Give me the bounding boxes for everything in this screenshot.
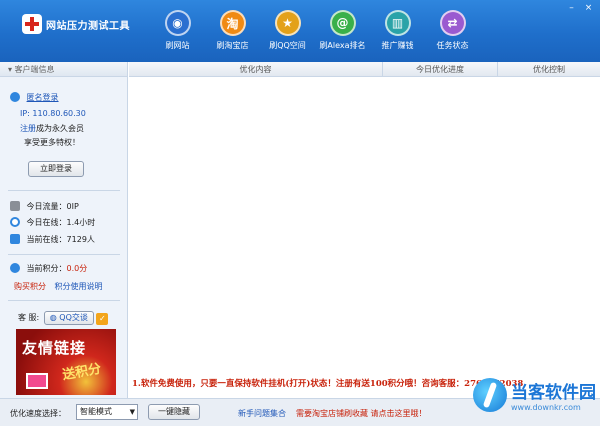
login-now-button[interactable]: 立即登录 [28,161,84,177]
toolbar-item-5[interactable]: ⇄ 任务状态 [425,6,480,51]
logo-cross-icon [22,14,42,34]
toolbar-item-label: 刷网站 [165,41,190,50]
app-title: 网站压力测试工具 [46,20,130,32]
column-content: 优化内容 [239,65,272,74]
minimize-button[interactable]: – [566,3,577,13]
speed-select[interactable]: 智能模式 ▼ [76,404,138,420]
swap-icon: ⇄ [439,10,466,36]
service-label: 客 服: [18,313,40,322]
toolbar-item-label: 任务状态 [436,41,469,50]
info-icon [10,263,20,273]
points-label: 当前积分： [26,264,67,273]
window-controls: – × [566,3,594,13]
promo-link[interactable]: 需要淘宝店铺刷收藏 请点击这里哦！ [296,408,427,419]
star-icon: ★ [274,10,301,36]
qq-chat-button[interactable]: ◍ QQ交谈 [43,311,94,325]
taobao-icon: 淘 [219,10,246,36]
ip-address: IP: 110.80.60.30 [20,109,86,118]
watermark-url: www.downkr.com [511,403,581,412]
close-button[interactable]: × [583,3,594,13]
building-icon: ▥ [384,10,411,36]
watermark-title: 当客软件园 [511,383,596,403]
qq-chat-label: QQ交谈 [59,313,88,322]
toolbar-item-0[interactable]: ◉ 刷网站 [150,6,205,51]
collapse-arrow-icon[interactable]: ▾ [8,65,12,74]
task-table-header: 优化内容 今日优化进度 优化控制 [129,62,600,77]
points-help-link[interactable]: 积分使用说明 [55,282,103,291]
buy-points-link[interactable]: 购买积分 [14,282,46,291]
divider [8,190,120,191]
qq-penguin-icon: ◍ [49,313,57,322]
user-icon [10,92,20,102]
sidebar-header-label: 客户端信息 [14,65,55,74]
privilege-text: 享受更多特权！ [24,138,80,147]
toolbar-item-label: 刷淘宝店 [216,41,249,50]
online-today: 今日在线：1.4小时 [26,218,96,227]
check-icon[interactable]: ✓ [96,313,109,325]
toolbar-item-4[interactable]: ▥ 推广赚钱 [370,6,425,51]
watermark-logo-icon [473,378,507,412]
gift-icon [26,373,48,389]
traffic-today: 今日流量：0IP [26,202,79,211]
globe-icon: ◉ [164,10,191,36]
main-toolbar: ◉ 刷网站 淘刷淘宝店 ★ 刷QQ空间 @ 刷Alexa排名 ▥ 推广赚钱 ⇄ 任务状态 [150,6,480,51]
toolbar-item-1[interactable]: 淘刷淘宝店 [205,6,260,51]
notice-text: 1.软件免费使用，只要一直保持软件挂机(打开)状态！注册有送100积分哦！咨询客… [132,377,523,389]
sidebar-header: ▾ 客户端信息 [0,62,127,77]
notice-message: 1.软件免费使用，只要一直保持软件挂机(打开)状态！注册有送100积分哦！咨询客… [132,379,465,389]
toolbar-item-label: 刷Alexa排名 [319,41,366,50]
points-value: 0.0分 [66,264,88,273]
anonymous-login-link[interactable]: 匿名登录 [27,93,59,102]
title-toolbar: 网站压力测试工具 ◉ 刷网站 淘刷淘宝店 ★ 刷QQ空间 @ 刷Alexa排名 ▥ 推广赚钱 ⇄ 任… [0,0,600,62]
friend-links-banner[interactable]: 友情链接 送积分 [16,329,116,395]
users-icon [10,234,20,244]
toolbar-item-2[interactable]: ★ 刷QQ空间 [260,6,315,51]
register-text: 成为永久会员 [36,124,84,133]
task-table-body [129,77,600,374]
divider [8,254,120,255]
divider [8,300,120,301]
sidebar: ▾ 客户端信息 匿名登录 IP: 110.80.60.30 注册成为永久会员 享… [0,62,128,398]
online-now: 当前在线：7129人 [26,235,95,244]
chevron-down-icon: ▼ [129,408,135,416]
speed-label: 优化速度选择： [10,409,66,418]
column-control: 优化控制 [497,62,600,77]
toolbar-item-label: 刷QQ空间 [269,41,306,50]
hide-button[interactable]: 一键隐藏 [148,404,200,420]
toolbar-item-label: 推广赚钱 [381,41,414,50]
app-logo: 网站压力测试工具 [22,14,130,34]
register-link[interactable]: 注册 [20,124,36,133]
toolbar-item-3[interactable]: @ 刷Alexa排名 [315,6,370,51]
at-icon: @ [329,10,356,36]
faq-link[interactable]: 新手问题集合 [238,408,286,419]
speed-select-value: 智能模式 [80,407,112,416]
banner-subtitle: 送积分 [61,361,103,384]
thumb-icon [10,201,20,211]
banner-title: 友情链接 [22,339,87,357]
site-watermark: 当客软件园 www.downkr.com [473,378,596,412]
column-progress: 今日优化进度 [382,62,497,77]
clock-icon [10,217,20,227]
